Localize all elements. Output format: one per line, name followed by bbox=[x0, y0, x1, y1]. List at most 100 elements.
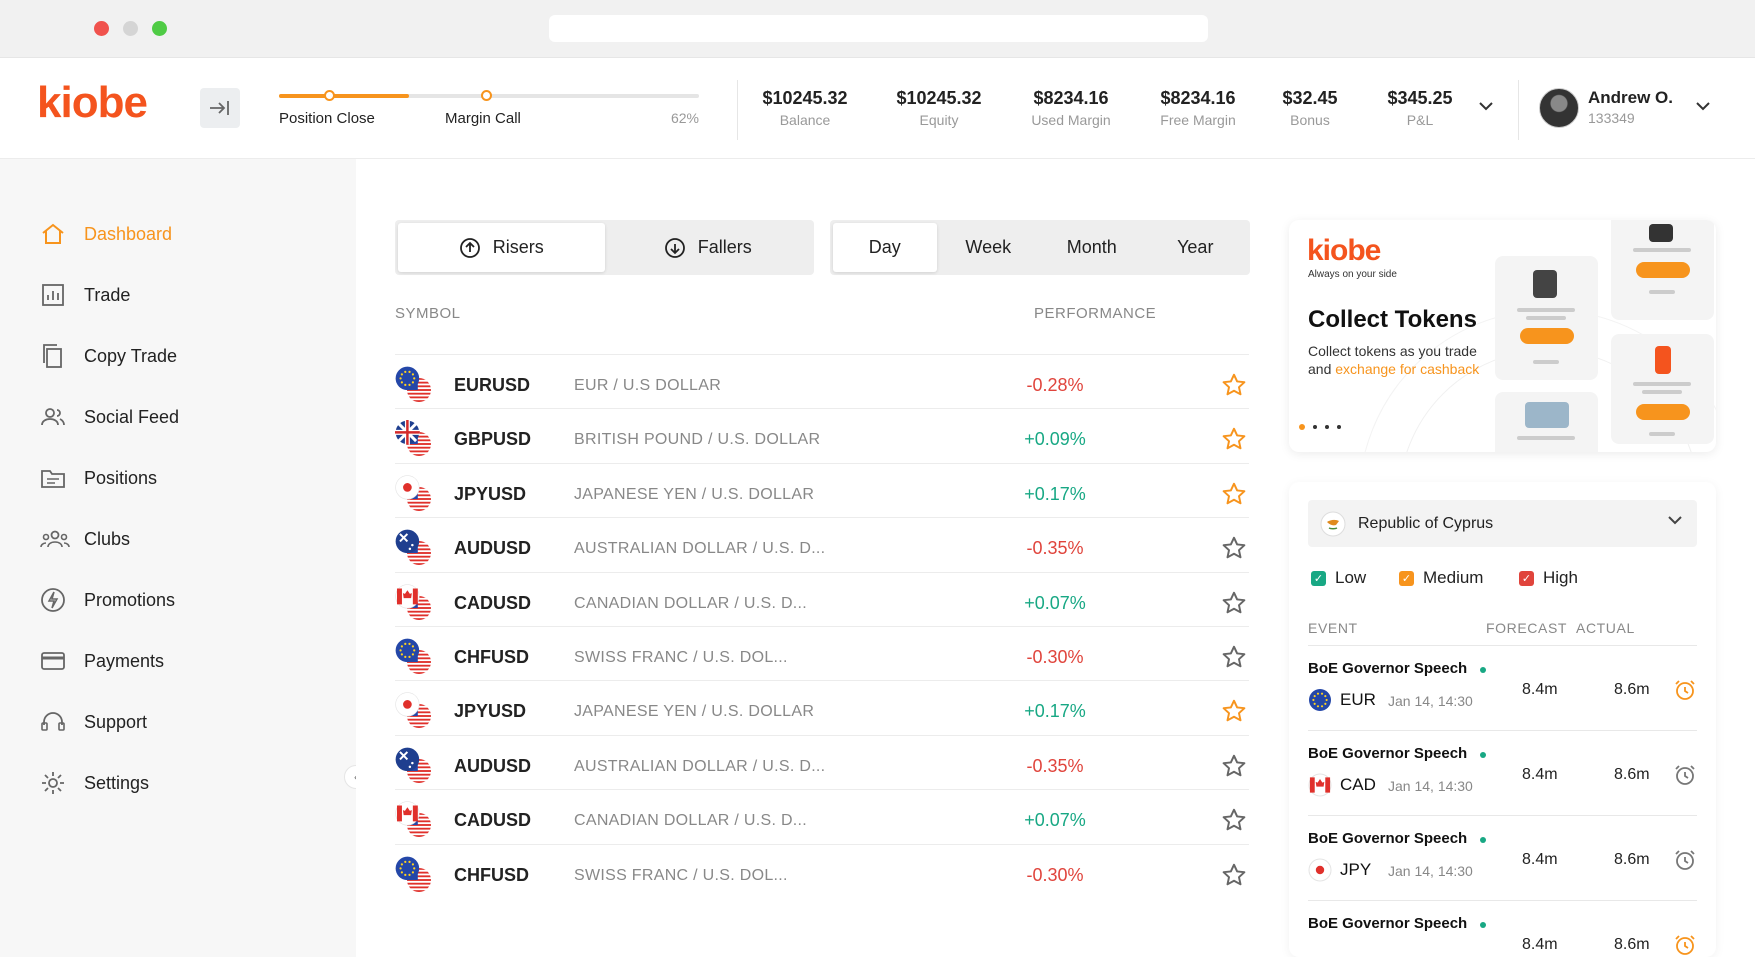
address-bar[interactable] bbox=[549, 15, 1208, 42]
stats-expand-button[interactable] bbox=[1478, 98, 1494, 116]
performance-value: +0.17% bbox=[1024, 483, 1086, 504]
user-id: 133349 bbox=[1588, 110, 1635, 126]
stat-bonus: $32.45 Bonus bbox=[1270, 88, 1350, 128]
event-row[interactable]: BoE Governor Speech EUR Jan 14, 14:30 8.… bbox=[1308, 646, 1697, 731]
avatar[interactable] bbox=[1539, 88, 1579, 128]
promo-text-link[interactable]: exchange for cashback bbox=[1335, 361, 1479, 377]
filter-low[interactable]: ✓ Low bbox=[1311, 568, 1366, 588]
alarm-icon[interactable] bbox=[1673, 763, 1697, 787]
event-name: BoE Governor Speech bbox=[1308, 745, 1468, 762]
tab-week[interactable]: Week bbox=[937, 223, 1041, 272]
symbol-code: EURUSD bbox=[454, 375, 531, 395]
tab-year[interactable]: Year bbox=[1144, 223, 1248, 272]
table-row[interactable]: JPYUSD JAPANESE YEN / U.S. DOLLAR +0.17% bbox=[395, 462, 1249, 524]
table-row[interactable]: EURUSD EUR / U.S DOLLAR -0.28% bbox=[395, 354, 1249, 415]
carousel-dot[interactable] bbox=[1325, 425, 1329, 429]
logo-text: kiobe bbox=[37, 78, 148, 127]
table-row[interactable]: CADUSD CANADIAN DOLLAR / U.S. D... +0.07… bbox=[395, 571, 1249, 633]
sidebar-item-settings[interactable]: Settings bbox=[40, 768, 149, 798]
carousel-dot[interactable] bbox=[1313, 425, 1317, 429]
event-row[interactable]: BoE Governor Speech 8.4m 8.6m bbox=[1308, 901, 1697, 957]
event-name: BoE Governor Speech bbox=[1308, 660, 1468, 677]
star-icon[interactable] bbox=[1221, 535, 1247, 561]
star-icon[interactable] bbox=[1221, 807, 1247, 833]
country-name: Republic of Cyprus bbox=[1358, 514, 1494, 532]
star-icon[interactable] bbox=[1221, 753, 1247, 779]
currency-pair-flag-icon bbox=[395, 475, 431, 511]
sidebar-item-clubs[interactable]: Clubs bbox=[40, 524, 130, 554]
table-row[interactable]: CHFUSD SWISS FRANC / U.S. DOL... -0.30% bbox=[395, 843, 1249, 905]
tab-month[interactable]: Month bbox=[1040, 223, 1144, 272]
tab-risers[interactable]: Risers bbox=[398, 223, 605, 272]
alarm-on-icon[interactable] bbox=[1673, 678, 1697, 702]
window-close-button[interactable] bbox=[94, 21, 109, 36]
tab-fallers[interactable]: Fallers bbox=[605, 223, 812, 272]
promo-mini-button bbox=[1636, 262, 1690, 278]
sidebar-item-trade[interactable]: Trade bbox=[40, 280, 130, 310]
group-icon bbox=[40, 526, 70, 552]
filter-high[interactable]: ✓ High bbox=[1519, 568, 1578, 588]
star-filled-icon[interactable] bbox=[1221, 698, 1247, 724]
sidebar-item-label: Trade bbox=[84, 284, 131, 305]
sidebar-item-label: Copy Trade bbox=[84, 345, 178, 366]
sidebar-item-social-feed[interactable]: Social Feed bbox=[40, 402, 179, 432]
chart-icon bbox=[40, 282, 70, 308]
stat-value: $8234.16 bbox=[1160, 88, 1236, 108]
star-icon[interactable] bbox=[1221, 862, 1247, 888]
sidebar-item-support[interactable]: Support bbox=[40, 707, 147, 737]
filter-label: Low bbox=[1335, 568, 1367, 587]
user-menu-button[interactable] bbox=[1695, 98, 1711, 116]
home-icon bbox=[40, 221, 70, 247]
carousel-dot[interactable] bbox=[1299, 424, 1305, 430]
currency-pair-flag-icon bbox=[395, 801, 431, 838]
table-row[interactable]: GBPUSD BRITISH POUND / U.S. DOLLAR +0.09… bbox=[395, 408, 1249, 469]
sidebar-item-copy-trade[interactable]: Copy Trade bbox=[40, 341, 177, 371]
symbol-description: JAPANESE YEN / U.S. DOLLAR bbox=[574, 703, 815, 721]
table-row[interactable]: CADUSD CANADIAN DOLLAR / U.S. D... +0.07… bbox=[395, 789, 1249, 850]
sidebar-item-dashboard[interactable]: Dashboard bbox=[40, 219, 172, 249]
currency-pair-flag-icon bbox=[395, 529, 431, 566]
sidebar-item-positions[interactable]: Positions bbox=[40, 463, 157, 493]
collapse-arrow-icon bbox=[210, 101, 229, 115]
filter-medium[interactable]: ✓ Medium bbox=[1399, 568, 1483, 588]
sidebar-item-promotions[interactable]: Promotions bbox=[40, 585, 175, 615]
jp-flag-icon bbox=[1308, 858, 1332, 882]
table-row[interactable]: AUDUSD AUSTRALIAN DOLLAR / U.S. D... -0.… bbox=[395, 517, 1249, 578]
event-row[interactable]: BoE Governor Speech CAD Jan 14, 14:30 8.… bbox=[1308, 731, 1697, 816]
event-datetime: Jan 14, 14:30 bbox=[1388, 863, 1473, 879]
user-name[interactable]: Andrew O. bbox=[1588, 88, 1673, 108]
alarm-icon[interactable] bbox=[1673, 848, 1697, 872]
star-filled-icon[interactable] bbox=[1221, 481, 1247, 507]
event-row[interactable]: BoE Governor Speech JPY Jan 14, 14:30 8.… bbox=[1308, 816, 1697, 901]
event-currency: EUR bbox=[1340, 690, 1376, 709]
promo-card[interactable]: kiobe Always on your side Collect Tokens… bbox=[1289, 220, 1716, 452]
eu-flag-icon bbox=[1309, 689, 1331, 711]
app-logo[interactable]: kiobe bbox=[37, 78, 148, 128]
carousel-dot[interactable] bbox=[1337, 425, 1341, 429]
stat-pnl: $345.25 P&L bbox=[1370, 88, 1470, 128]
symbol-description: SWISS FRANC / U.S. DOL... bbox=[574, 649, 788, 666]
table-row[interactable]: CHFUSD SWISS FRANC / U.S. DOL... -0.30% bbox=[395, 626, 1249, 687]
event-actual: 8.6m bbox=[1614, 851, 1650, 868]
tab-label: Week bbox=[965, 237, 1012, 257]
star-icon[interactable] bbox=[1221, 590, 1247, 616]
table-row[interactable]: AUDUSD AUSTRALIAN DOLLAR / U.S. D... -0.… bbox=[395, 734, 1249, 796]
cyprus-flag-icon bbox=[1320, 511, 1346, 536]
promo-mini-button bbox=[1636, 404, 1690, 420]
position-close-marker bbox=[324, 90, 335, 101]
country-select[interactable]: Republic of Cyprus bbox=[1308, 500, 1697, 547]
symbol-description: JAPANESE YEN / U.S. DOLLAR bbox=[574, 485, 815, 503]
alarm-on-icon[interactable] bbox=[1673, 933, 1697, 957]
tab-day[interactable]: Day bbox=[833, 223, 937, 272]
sidebar-item-payments[interactable]: Payments bbox=[40, 646, 164, 676]
table-row[interactable]: JPYUSD JAPANESE YEN / U.S. DOLLAR +0.17% bbox=[395, 680, 1249, 741]
window-minimize-button[interactable] bbox=[123, 21, 138, 36]
star-filled-icon[interactable] bbox=[1221, 372, 1247, 398]
star-icon[interactable] bbox=[1221, 644, 1247, 670]
arrow-up-circle-icon bbox=[459, 237, 480, 258]
star-filled-icon[interactable] bbox=[1221, 426, 1247, 452]
window-maximize-button[interactable] bbox=[152, 21, 167, 36]
collapse-sidebar-button[interactable] bbox=[200, 88, 240, 128]
sidebar-item-label: Dashboard bbox=[84, 223, 173, 244]
currency-pair-flag-icon bbox=[395, 856, 431, 892]
